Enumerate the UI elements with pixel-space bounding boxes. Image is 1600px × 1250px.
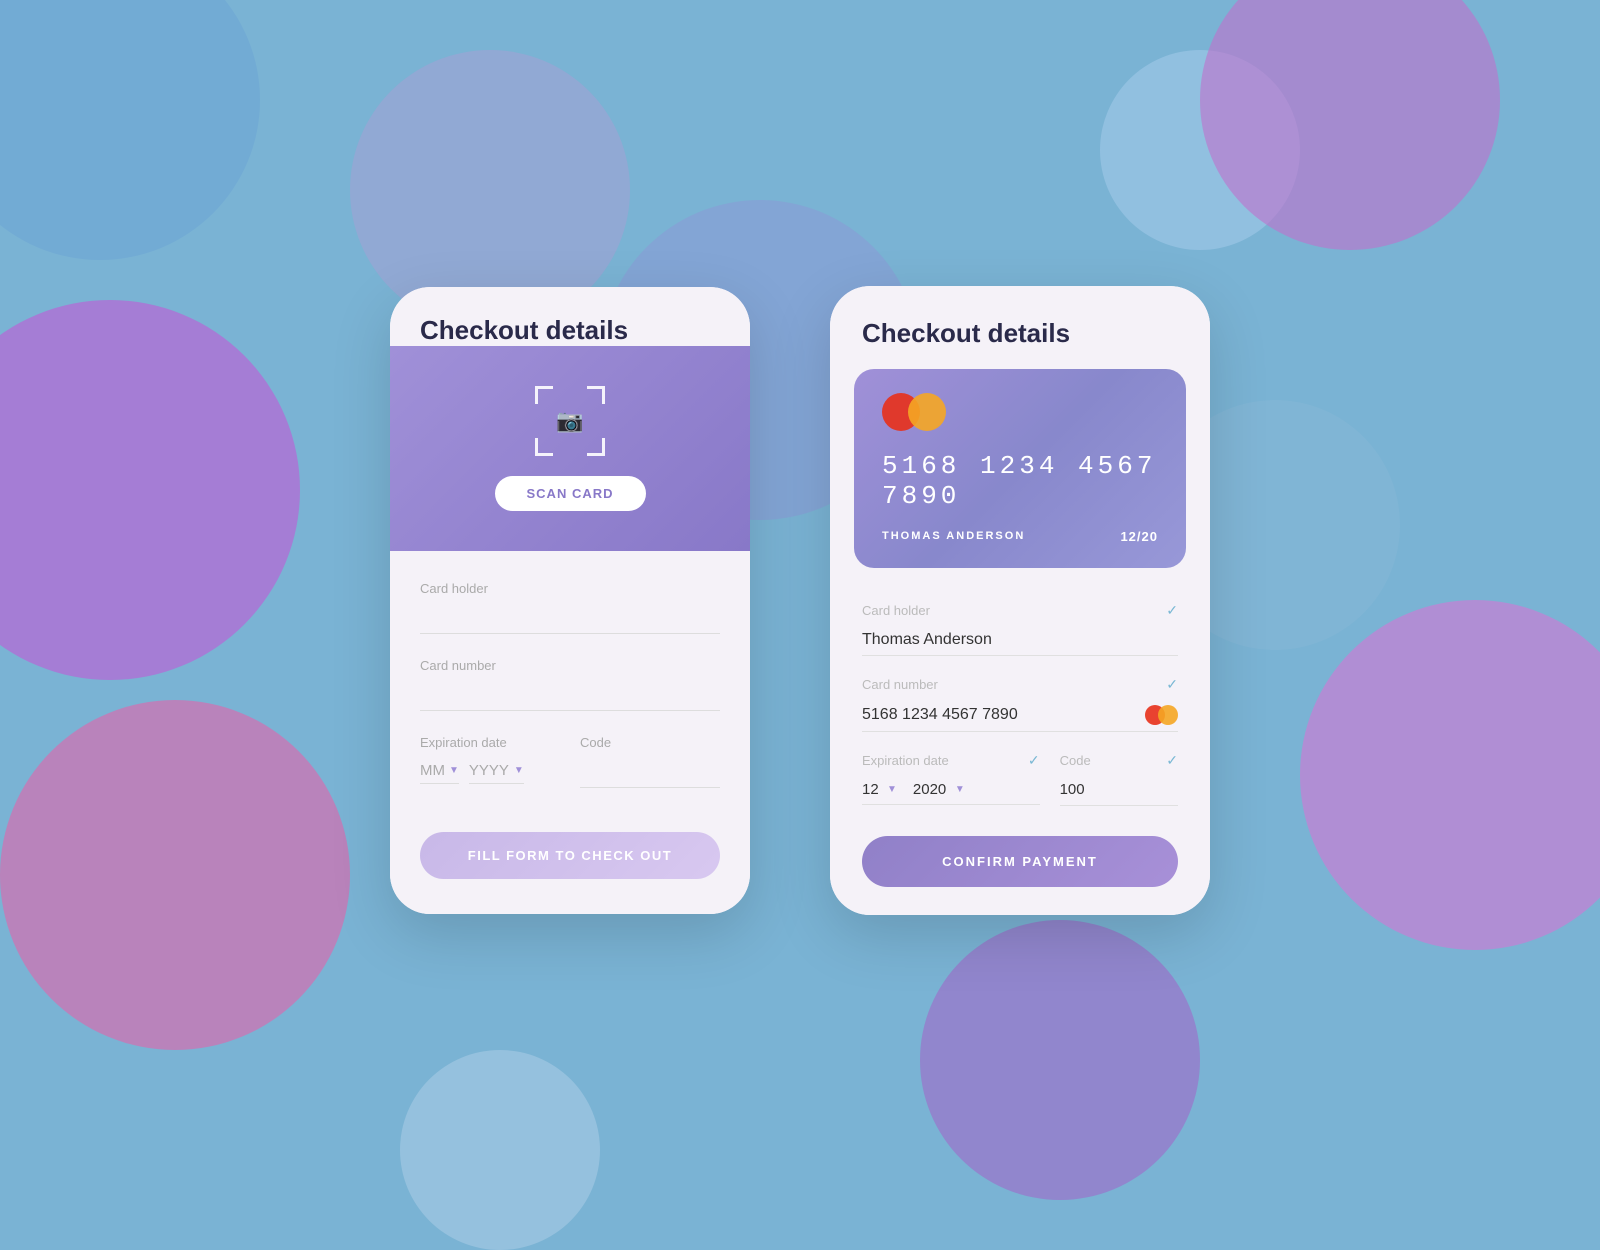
page-content: Checkout details 📷 SCAN CARD Card holder… bbox=[0, 0, 1600, 1200]
corner-tr bbox=[587, 386, 605, 404]
card-holder-label: Card holder bbox=[420, 581, 720, 596]
scan-viewfinder: 📷 bbox=[535, 386, 605, 456]
code-check-icon: ✓ bbox=[1166, 752, 1178, 769]
corner-br bbox=[587, 438, 605, 456]
card-holder-input[interactable] bbox=[420, 604, 720, 634]
expiry-col: Expiration date MM 010203 040506 070809 … bbox=[420, 735, 560, 788]
card-number-header: Card number ✓ bbox=[862, 676, 1178, 693]
code-input-wrap bbox=[1060, 775, 1178, 806]
right-card-holder-label: Card holder bbox=[862, 603, 930, 618]
confirm-payment-button[interactable]: CONFIRM PAYMENT bbox=[862, 836, 1178, 887]
code-label: Code bbox=[580, 735, 720, 750]
corner-bl bbox=[535, 438, 553, 456]
camera-icon: 📷 bbox=[556, 408, 583, 434]
right-card-holder-field: Card holder ✓ Thomas Anderson bbox=[862, 602, 1178, 656]
mc-small-orange bbox=[1158, 705, 1178, 725]
mastercard-logo bbox=[882, 393, 1158, 431]
card-holder-value: Thomas Anderson bbox=[862, 625, 1178, 656]
card-number-input[interactable] bbox=[420, 681, 720, 711]
month-select[interactable]: MM 010203 040506 070809 101112 bbox=[420, 762, 445, 779]
card-number-check-icon: ✓ bbox=[1166, 676, 1178, 693]
expiry-year-select[interactable]: 2020 20212022 bbox=[913, 781, 947, 798]
fill-form-button[interactable]: FILL FORM TO CHECK OUT bbox=[420, 832, 720, 879]
expiry-month-arrow-icon: ▼ bbox=[887, 784, 897, 795]
expiry-header: Expiration date ✓ bbox=[862, 752, 1040, 769]
card-holder-header: Card holder ✓ bbox=[862, 602, 1178, 619]
code-header: Code ✓ bbox=[1060, 752, 1178, 769]
expiry-code-field: Expiration date MM 010203 040506 070809 … bbox=[420, 735, 720, 788]
scan-section: 📷 SCAN CARD bbox=[390, 346, 750, 551]
right-card-number-field: Card number ✓ 5168 1234 4567 7890 bbox=[862, 676, 1178, 732]
expiry-year-arrow-icon: ▼ bbox=[955, 784, 965, 795]
year-select[interactable]: YYYY 202020212022 202320242025 bbox=[469, 762, 510, 779]
card-holder-display: THOMAS ANDERSON bbox=[882, 530, 1025, 542]
cvv-input[interactable] bbox=[1060, 781, 1120, 798]
right-phone-title: Checkout details bbox=[830, 286, 1210, 369]
left-phone-title: Checkout details bbox=[390, 287, 750, 346]
expiry-month-select[interactable]: 12 0102 bbox=[862, 781, 879, 798]
card-bottom: THOMAS ANDERSON 12/20 bbox=[882, 529, 1158, 544]
scan-card-button[interactable]: SCAN CARD bbox=[495, 476, 646, 511]
month-select-wrapper: MM 010203 040506 070809 101112 ▼ bbox=[420, 758, 459, 784]
credit-card: 5168 1234 4567 7890 THOMAS ANDERSON 12/2… bbox=[854, 369, 1186, 568]
right-expiry-code-field: Expiration date ✓ 12 0102 ▼ 2020 2021202… bbox=[862, 752, 1178, 806]
code-section: Code ✓ bbox=[1040, 752, 1178, 806]
left-phone-card: Checkout details 📷 SCAN CARD Card holder… bbox=[390, 287, 750, 914]
mc-orange-circle bbox=[908, 393, 946, 431]
year-select-wrapper: YYYY 202020212022 202320242025 ▼ bbox=[469, 758, 524, 784]
card-holder-text: Thomas Anderson bbox=[862, 631, 992, 649]
card-expiry-display: 12/20 bbox=[1120, 529, 1158, 544]
code-col: Code bbox=[580, 735, 720, 788]
left-phone-form: Card holder Card number Expiration date … bbox=[390, 551, 750, 914]
checkout-form: Card holder ✓ Thomas Anderson Card numbe… bbox=[830, 592, 1210, 915]
expiry-section: Expiration date ✓ 12 0102 ▼ 2020 2021202… bbox=[862, 752, 1040, 806]
month-arrow-icon: ▼ bbox=[449, 765, 459, 776]
card-holder-field: Card holder bbox=[420, 581, 720, 634]
expiry-inputs: 12 0102 ▼ 2020 20212022 ▼ bbox=[862, 775, 1040, 805]
right-code-label: Code bbox=[1060, 753, 1091, 768]
code-input[interactable] bbox=[580, 758, 720, 788]
right-card-number-label: Card number bbox=[862, 677, 938, 692]
card-number-text: 5168 1234 4567 7890 bbox=[862, 706, 1018, 724]
card-number-value: 5168 1234 4567 7890 bbox=[862, 699, 1178, 732]
expiry-check-icon: ✓ bbox=[1028, 752, 1040, 769]
expiry-code-row: Expiration date MM 010203 040506 070809 … bbox=[420, 735, 720, 788]
expiry-label: Expiration date bbox=[420, 735, 560, 750]
corner-tl bbox=[535, 386, 553, 404]
card-number-mc-logo bbox=[1145, 705, 1178, 725]
year-arrow-icon: ▼ bbox=[514, 765, 524, 776]
card-number-field: Card number bbox=[420, 658, 720, 711]
card-number-display: 5168 1234 4567 7890 bbox=[882, 451, 1158, 511]
card-number-label: Card number bbox=[420, 658, 720, 673]
expiry-date-label: Expiration date bbox=[862, 753, 949, 768]
right-phone-card: Checkout details 5168 1234 4567 7890 THO… bbox=[830, 286, 1210, 915]
card-holder-check-icon: ✓ bbox=[1166, 602, 1178, 619]
